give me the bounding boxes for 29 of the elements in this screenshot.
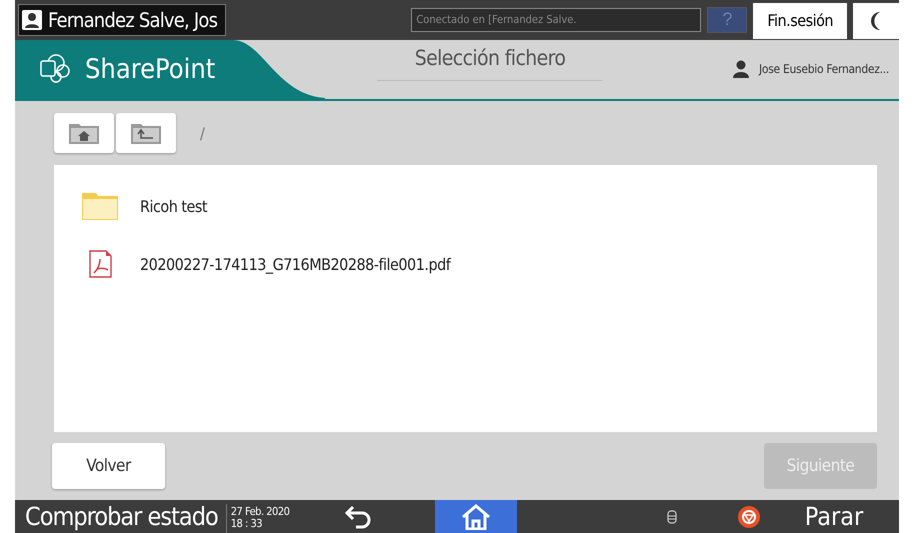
- time-text: 18 : 33: [230, 518, 264, 530]
- home-icon: [461, 504, 492, 530]
- back-button[interactable]: Volver: [52, 443, 165, 490]
- file-item[interactable]: 20200227-174113_G716MB20288-file001.pdf: [54, 235, 877, 294]
- user-icon: [733, 60, 750, 78]
- home-button[interactable]: [435, 500, 518, 533]
- stop-icon: [737, 504, 761, 529]
- stop-button[interactable]: Parar: [769, 501, 899, 532]
- connection-field[interactable]: Conectado en [Fernandez Salve.: [411, 8, 702, 32]
- check-status-button[interactable]: Comprobar estado: [15, 502, 226, 532]
- date-text: 27 Feb. 2020: [230, 506, 290, 518]
- logout-button[interactable]: Fin.sesión: [753, 2, 847, 39]
- moon-icon: [870, 10, 882, 31]
- account-name: Jose Eusebio Fernandez...: [759, 62, 889, 76]
- home-folder-icon: [69, 122, 99, 144]
- home-folder-button[interactable]: [54, 113, 114, 154]
- up-folder-icon: [131, 122, 161, 144]
- folder-icon: [82, 192, 118, 220]
- sharepoint-logo-icon: [39, 54, 71, 84]
- folder-path: /: [200, 124, 205, 143]
- user-icon: [22, 10, 42, 30]
- app-name: SharePoint: [85, 54, 216, 85]
- parent-folder-button[interactable]: [116, 113, 176, 154]
- storage-icon: [667, 510, 677, 524]
- screen-title: Selección fichero: [377, 40, 603, 81]
- file-item[interactable]: Ricoh test: [54, 177, 877, 236]
- energy-save-button[interactable]: [853, 2, 899, 39]
- back-arrow-icon: [343, 504, 374, 529]
- user-name: Fernandez Salve, Jos: [48, 8, 218, 32]
